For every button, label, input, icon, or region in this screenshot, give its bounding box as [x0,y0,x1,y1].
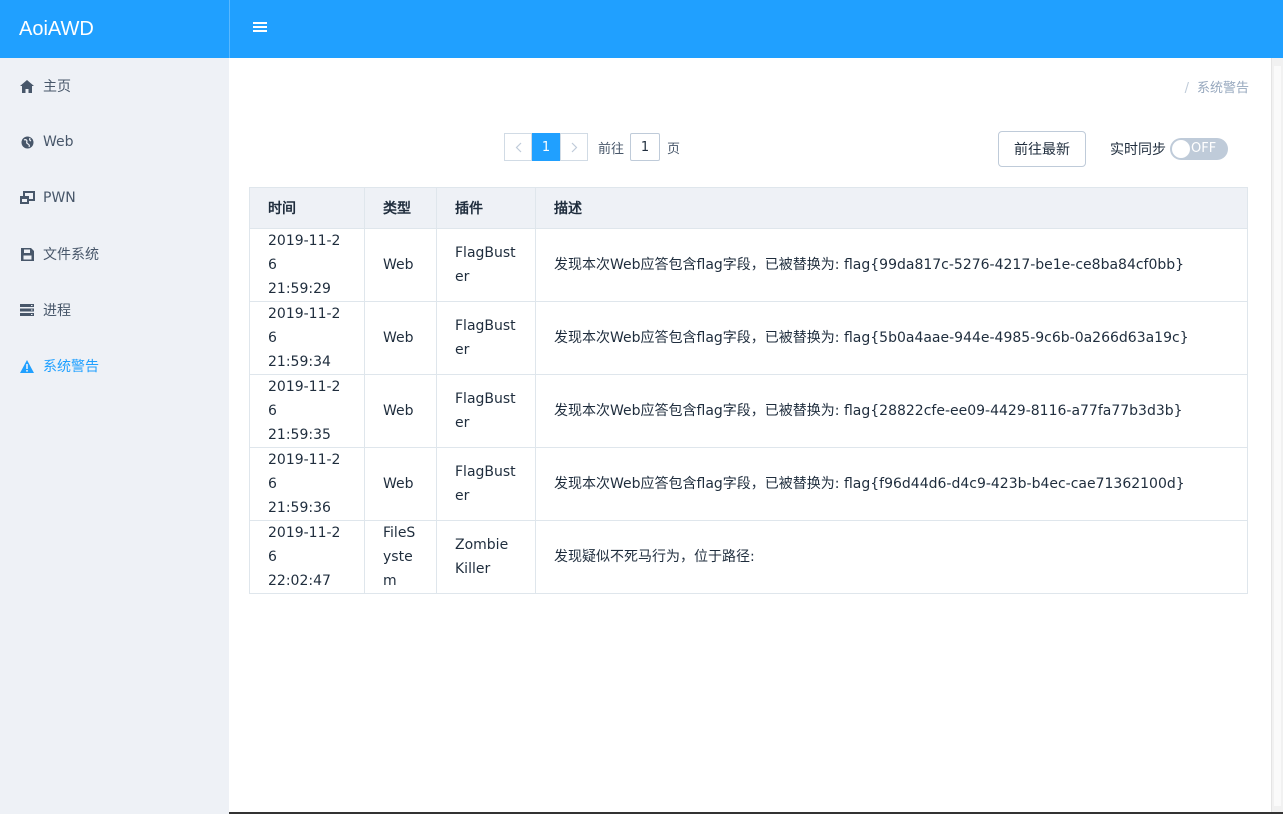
cell-date: 2019-11-26 [268,379,341,419]
main-content: / 系统警告 1 前往 页 前往最新 实时同步 OFF 时间 类型 插件 描述 [229,58,1271,814]
server-icon [19,302,35,318]
switch-state-text: OFF [1191,141,1217,156]
switch-knob [1172,140,1190,158]
sidebar-item-label: 文件系统 [43,247,99,263]
goto-page-input[interactable] [630,133,661,161]
sidebar-item-home[interactable]: 主页 [0,58,229,114]
cell-type: Web [364,374,437,448]
cell-plugin: FlagBuster [436,447,536,521]
sidebar-item-web[interactable]: Web [0,114,229,170]
table-row[interactable]: 2019-11-26 21:59:36 Web FlagBuster 发现本次We… [249,447,1248,521]
cell-plugin: FlagBuster [436,228,536,302]
cell-plugin: FlagBuster [436,374,536,448]
goto-label: 前往 [598,141,625,157]
vertical-scrollbar[interactable] [1271,58,1283,814]
cell-time: 2019-11-26 22:02:47 [249,520,365,594]
globe-icon [19,134,35,150]
sidebar-item-label: 系统警告 [43,359,99,375]
menu-toggle-icon[interactable] [253,22,267,34]
table-row[interactable]: 2019-11-26 21:59:35 Web FlagBuster 发现本次We… [249,374,1248,448]
column-header-type[interactable]: 类型 [364,187,437,229]
table-header-row: 时间 类型 插件 描述 [249,187,1248,229]
cell-description: 发现疑似不死马行为，位于路径: [535,520,1248,594]
sync-label: 实时同步 [1110,142,1166,158]
cell-time: 2019-11-26 21:59:35 [249,374,365,448]
sync-toggle-switch[interactable]: OFF [1170,138,1228,160]
cell-date: 2019-11-26 [268,525,341,565]
sidebar-item-label: 进程 [43,303,71,319]
cell-type: Web [364,447,437,521]
breadcrumb-separator: / [1184,81,1189,96]
window-restore-icon [19,190,35,206]
sidebar-item-label: PWN [43,190,76,206]
cell-type: Web [364,228,437,302]
cell-description: 发现本次Web应答包含flag字段，已被替换为: flag{f96d44d6-d… [535,447,1248,521]
table-row[interactable]: 2019-11-26 21:59:29 Web FlagBuster 发现本次We… [249,228,1248,302]
cell-time: 2019-11-26 21:59:29 [249,228,365,302]
sidebar-item-filesystem[interactable]: 文件系统 [0,226,229,282]
pagination: 1 前往 页 [504,133,680,161]
page-suffix-label: 页 [667,141,681,157]
table-row[interactable]: 2019-11-26 22:02:47 FileSystem ZombieKill… [249,520,1248,594]
cell-time: 2019-11-26 21:59:36 [249,447,365,521]
cell-date: 2019-11-26 [268,233,341,273]
chevron-left-icon [515,142,521,152]
sidebar-item-label: 主页 [43,79,71,95]
brand-logo: AoiAWD [0,0,229,58]
cell-clock: 21:59:35 [268,427,331,443]
column-header-description[interactable]: 描述 [535,187,1248,229]
sidebar-item-system-alerts[interactable]: 系统警告 [0,338,229,394]
alerts-table: 时间 类型 插件 描述 2019-11-26 21:59:29 Web FlagB… [249,187,1248,594]
cell-clock: 21:59:34 [268,354,331,370]
cell-description: 发现本次Web应答包含flag字段，已被替换为: flag{28822cfe-e… [535,374,1248,448]
sidebar-item-label: Web [43,134,74,150]
scrollbar-thumb[interactable] [1274,66,1281,806]
goto-latest-button[interactable]: 前往最新 [998,131,1086,167]
cell-description: 发现本次Web应答包含flag字段，已被替换为: flag{5b0a4aae-9… [535,301,1248,375]
cell-time: 2019-11-26 21:59:34 [249,301,365,375]
column-header-plugin[interactable]: 插件 [436,187,536,229]
next-page-button[interactable] [560,133,588,161]
cell-date: 2019-11-26 [268,306,341,346]
cell-type: Web [364,301,437,375]
cell-date: 2019-11-26 [268,452,341,492]
home-icon [19,78,35,94]
cell-type: FileSystem [364,520,437,594]
breadcrumb: / 系统警告 [1185,77,1249,96]
chevron-right-icon [571,142,577,152]
cell-plugin: FlagBuster [436,301,536,375]
cell-description: 发现本次Web应答包含flag字段，已被替换为: flag{99da817c-5… [535,228,1248,302]
cell-clock: 22:02:47 [268,573,331,589]
cell-clock: 21:59:29 [268,281,331,297]
sidebar-item-process[interactable]: 进程 [0,282,229,338]
warning-icon [19,358,35,374]
breadcrumb-current[interactable]: 系统警告 [1197,81,1249,96]
save-icon [19,246,35,262]
cell-plugin: ZombieKiller [436,520,536,594]
page-number-current[interactable]: 1 [532,133,560,161]
column-header-time[interactable]: 时间 [249,187,365,229]
sidebar-item-pwn[interactable]: PWN [0,170,229,226]
prev-page-button[interactable] [504,133,532,161]
cell-clock: 21:59:36 [268,500,331,516]
sidebar: 主页 Web PWN 文件系统 进程 系统警告 [0,58,229,814]
table-row[interactable]: 2019-11-26 21:59:34 Web FlagBuster 发现本次We… [249,301,1248,375]
top-bar [229,0,1283,58]
realtime-sync: 实时同步 OFF [1110,138,1228,160]
